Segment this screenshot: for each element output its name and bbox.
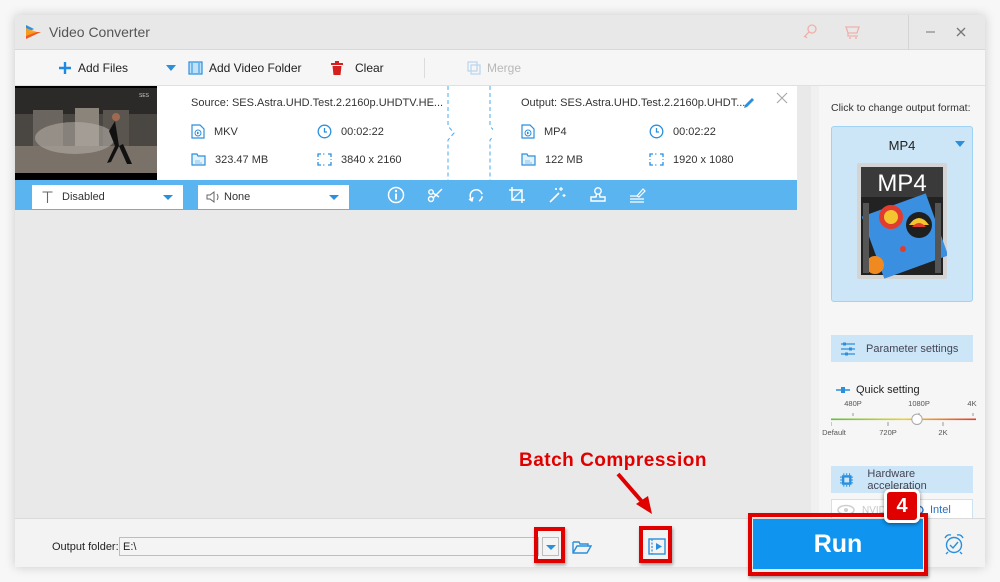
batch-compression-icon[interactable] bbox=[648, 538, 666, 555]
parameter-settings-label: Parameter settings bbox=[866, 342, 959, 355]
add-video-folder-label: Add Video Folder bbox=[209, 61, 302, 75]
clock-icon bbox=[649, 124, 664, 139]
conversion-arrow bbox=[445, 86, 497, 180]
app-logo-icon bbox=[26, 25, 41, 39]
quality-slider[interactable]: 480P 1080P 4K Default 720P 2K bbox=[822, 398, 977, 446]
titlebar-divider bbox=[908, 15, 909, 50]
rotate-icon[interactable] bbox=[467, 186, 485, 204]
step-number-badge: 4 bbox=[884, 489, 920, 523]
mp4-format-icon: MP4 bbox=[857, 163, 947, 279]
app-window: Video Converter Add Files Add Video Fold… bbox=[15, 15, 985, 569]
trash-icon bbox=[331, 61, 343, 75]
source-resolution: 3840 x 2160 bbox=[317, 153, 402, 166]
quality-tick-1080p: 1080P bbox=[908, 399, 930, 408]
resolution-icon bbox=[649, 153, 664, 166]
add-files-dropdown-icon[interactable] bbox=[165, 64, 177, 72]
run-button[interactable]: Run bbox=[753, 519, 923, 569]
minimize-icon[interactable] bbox=[922, 23, 940, 41]
output-format: MP4 bbox=[521, 124, 567, 139]
watermark-stamp-icon[interactable] bbox=[589, 186, 607, 204]
window-title: Video Converter bbox=[49, 24, 150, 40]
chevron-down-icon bbox=[163, 195, 173, 200]
quality-tick-720p: 720P bbox=[879, 428, 897, 437]
change-format-label: Click to change output format: bbox=[831, 102, 971, 114]
video-folder-icon bbox=[188, 61, 203, 75]
info-icon[interactable] bbox=[387, 186, 405, 204]
add-files-button[interactable]: Add Files bbox=[58, 50, 128, 86]
output-folder-input[interactable] bbox=[119, 537, 539, 556]
quality-tick-2k: 2K bbox=[938, 428, 948, 437]
source-duration: 00:02:22 bbox=[317, 124, 384, 139]
batch-compression-callout: Batch Compression bbox=[519, 450, 707, 471]
quality-slider-thumb[interactable] bbox=[911, 413, 923, 425]
edit-toolbar: Disabled None bbox=[15, 180, 797, 210]
output-format-name: MP4 bbox=[888, 138, 916, 153]
quality-tick-4k: 4K bbox=[967, 399, 977, 408]
video-file-icon bbox=[521, 124, 535, 139]
right-panel: Click to change output format: MP4 MP4 P… bbox=[819, 86, 985, 521]
output-size: 122 MB bbox=[521, 153, 583, 166]
source-info: Source: SES.Astra.UHD.Test.2.2160p.UHDTV… bbox=[157, 86, 445, 180]
scissors-icon[interactable] bbox=[426, 186, 444, 204]
close-icon[interactable] bbox=[952, 23, 970, 41]
folder-icon bbox=[521, 153, 536, 166]
quality-tick-default: Default bbox=[822, 428, 846, 437]
effects-wand-icon[interactable] bbox=[548, 186, 566, 204]
alarm-clock-icon[interactable] bbox=[943, 533, 965, 555]
bottom-bar: Output folder: Run bbox=[15, 518, 985, 569]
hardware-acceleration-label: Hardware acceleration bbox=[867, 467, 927, 492]
open-folder-icon[interactable] bbox=[572, 540, 592, 555]
clear-label: Clear bbox=[355, 61, 384, 75]
remove-file-icon[interactable] bbox=[776, 92, 788, 104]
source-title: Source: SES.Astra.UHD.Test.2.2160p.UHDTV… bbox=[191, 97, 444, 109]
output-title[interactable]: Output: SES.Astra.UHD.Test.2.2160p.UHDT.… bbox=[521, 97, 745, 109]
cart-icon[interactable] bbox=[844, 23, 862, 41]
output-resolution: 1920 x 1080 bbox=[649, 153, 734, 166]
video-file-icon bbox=[191, 124, 205, 139]
svg-text:MP4: MP4 bbox=[877, 170, 926, 197]
source-format: MKV bbox=[191, 124, 238, 139]
edit-output-name-icon[interactable] bbox=[742, 96, 756, 110]
svg-text:SES: SES bbox=[139, 93, 150, 99]
source-size: 323.47 MB bbox=[191, 153, 268, 166]
add-video-folder-button[interactable]: Add Video Folder bbox=[188, 50, 302, 86]
output-folder-label: Output folder: bbox=[52, 541, 119, 553]
sliders-icon bbox=[841, 342, 855, 355]
chevron-down-icon bbox=[329, 195, 339, 200]
subtitle-edit-icon[interactable] bbox=[628, 186, 646, 204]
parameter-settings-button[interactable]: Parameter settings bbox=[831, 335, 973, 362]
crop-icon[interactable] bbox=[508, 186, 526, 204]
output-format-selector[interactable]: MP4 MP4 bbox=[831, 126, 973, 302]
quality-tick-480p: 480P bbox=[844, 399, 862, 408]
audio-track-select[interactable]: None bbox=[198, 185, 349, 209]
merge-icon bbox=[467, 61, 481, 75]
toolbar: Add Files Add Video Folder Clear Merge bbox=[15, 50, 985, 86]
subtitle-text-icon bbox=[42, 191, 53, 203]
merge-label: Merge bbox=[487, 61, 522, 75]
folder-icon bbox=[191, 153, 206, 166]
output-duration: 00:02:22 bbox=[649, 124, 716, 139]
subtitle-select[interactable]: Disabled bbox=[32, 185, 183, 209]
nvidia-logo-icon bbox=[837, 504, 855, 516]
quick-setting-label: Quick setting bbox=[836, 384, 920, 396]
merge-button[interactable]: Merge bbox=[467, 50, 521, 86]
video-thumbnail[interactable]: SES bbox=[15, 86, 157, 180]
chip-icon bbox=[840, 472, 854, 487]
chevron-down-icon bbox=[955, 141, 965, 147]
plus-icon bbox=[59, 62, 71, 74]
add-files-label: Add Files bbox=[78, 61, 129, 75]
title-bar: Video Converter bbox=[15, 15, 985, 50]
output-folder-dropdown-button[interactable] bbox=[542, 537, 559, 556]
speaker-icon bbox=[206, 191, 219, 203]
clock-icon bbox=[317, 124, 332, 139]
resolution-icon bbox=[317, 153, 332, 166]
key-icon[interactable] bbox=[801, 23, 819, 41]
slider-indicator-icon bbox=[836, 387, 850, 393]
file-item: SES Source: SES.Astra.UHD.Test.2.2160p.U… bbox=[15, 86, 797, 210]
toolbar-divider bbox=[424, 58, 425, 78]
clear-button[interactable]: Clear bbox=[331, 50, 384, 86]
